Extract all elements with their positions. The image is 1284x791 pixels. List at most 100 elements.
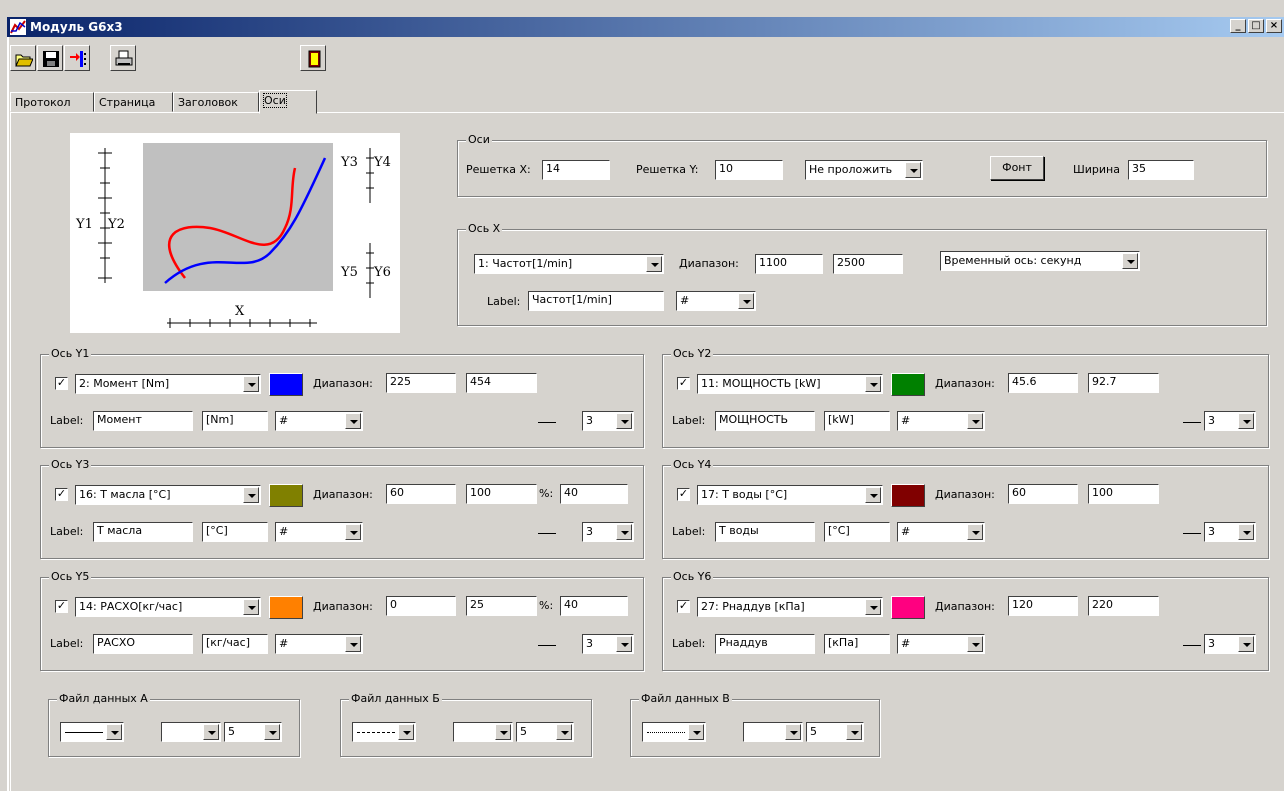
chevron-down-icon[interactable] [1238, 636, 1254, 652]
axis-y3-enabled-checkbox[interactable]: ✓ [55, 488, 68, 501]
axis-y3-label-input[interactable]: Т масла [93, 522, 193, 542]
chevron-down-icon[interactable] [106, 724, 122, 740]
data-file-2-marker-select[interactable] [453, 722, 513, 742]
import-button[interactable] [64, 45, 90, 71]
axis-y6-min-input[interactable]: 120 [1008, 596, 1078, 616]
chevron-down-icon[interactable] [967, 636, 983, 652]
tab-page[interactable]: Страница [94, 92, 173, 112]
axis-y6-channel-select[interactable]: 27: Рнаддув [кПа] [697, 597, 883, 617]
chevron-down-icon[interactable] [243, 487, 259, 503]
chevron-down-icon[interactable] [865, 599, 881, 615]
axis-y5-max-input[interactable]: 25 [466, 596, 537, 616]
chevron-down-icon[interactable] [203, 724, 219, 740]
axis-y5-pct-input[interactable]: 40 [560, 596, 628, 616]
time-axis-select[interactable]: Временный ось: секунд [940, 251, 1140, 271]
axis-y2-unit-input[interactable]: [kW] [824, 411, 890, 431]
data-file-3-marker-select[interactable] [743, 722, 803, 742]
chevron-down-icon[interactable] [345, 524, 361, 540]
chevron-down-icon[interactable] [785, 724, 801, 740]
axis-y3-pct-input[interactable]: 40 [560, 484, 628, 504]
axis-y5-color-swatch[interactable] [269, 596, 303, 619]
chevron-down-icon[interactable] [846, 724, 862, 740]
font-button[interactable]: Фонт [990, 156, 1044, 180]
axis-y4-format-select[interactable]: # [897, 522, 985, 542]
tab-header[interactable]: Заголовок [173, 92, 259, 112]
axis-y3-max-input[interactable]: 100 [466, 484, 537, 504]
chevron-down-icon[interactable] [345, 413, 361, 429]
close-button[interactable]: × [1266, 19, 1282, 33]
axis-y4-width-select[interactable]: 3 [1204, 522, 1256, 542]
chevron-down-icon[interactable] [616, 636, 632, 652]
exit-button[interactable] [300, 45, 326, 71]
axis-y6-unit-input[interactable]: [кПа] [824, 634, 890, 654]
axis-y1-channel-select[interactable]: 2: Момент [Nm] [75, 374, 261, 394]
chevron-down-icon[interactable] [616, 413, 632, 429]
minimize-button[interactable]: _ [1230, 19, 1246, 33]
axis-y4-channel-select[interactable]: 17: Т воды [°C] [697, 485, 883, 505]
save-button[interactable] [37, 45, 63, 71]
data-file-2-size-select[interactable]: 5 [516, 722, 574, 742]
chevron-down-icon[interactable] [345, 636, 361, 652]
chevron-down-icon[interactable] [243, 599, 259, 615]
axis-y4-color-swatch[interactable] [891, 484, 925, 507]
axis-x-format-select[interactable]: # [676, 291, 756, 311]
axis-y6-label-input[interactable]: Рнаддув [715, 634, 815, 654]
data-file-1-marker-select[interactable] [161, 722, 221, 742]
axis-y6-max-input[interactable]: 220 [1088, 596, 1159, 616]
axis-y1-unit-input[interactable]: [Nm] [202, 411, 268, 431]
axis-y3-unit-input[interactable]: [°C] [202, 522, 268, 542]
data-file-2-line-select[interactable] [352, 722, 416, 742]
axis-y6-width-select[interactable]: 3 [1204, 634, 1256, 654]
grid-y-input[interactable]: 10 [715, 160, 783, 180]
axis-y2-color-swatch[interactable] [891, 373, 925, 396]
axis-y3-min-input[interactable]: 60 [386, 484, 456, 504]
chevron-down-icon[interactable] [865, 487, 881, 503]
axis-y3-channel-select[interactable]: 16: Т масла [°C] [75, 485, 261, 505]
data-file-1-line-select[interactable] [60, 722, 124, 742]
axis-y4-min-input[interactable]: 60 [1008, 484, 1078, 504]
axis-y1-min-input[interactable]: 225 [386, 373, 456, 393]
chevron-down-icon[interactable] [495, 724, 511, 740]
axis-y2-max-input[interactable]: 92.7 [1088, 373, 1159, 393]
open-button[interactable] [10, 45, 36, 71]
axis-y5-min-input[interactable]: 0 [386, 596, 456, 616]
chevron-down-icon[interactable] [264, 724, 280, 740]
chevron-down-icon[interactable] [905, 162, 921, 178]
chevron-down-icon[interactable] [967, 413, 983, 429]
axis-y4-unit-input[interactable]: [°C] [824, 522, 890, 542]
axis-y1-enabled-checkbox[interactable]: ✓ [55, 377, 68, 390]
chevron-down-icon[interactable] [1122, 253, 1138, 269]
chevron-down-icon[interactable] [738, 293, 754, 309]
axis-y1-color-swatch[interactable] [269, 373, 303, 396]
axis-y5-width-select[interactable]: 3 [582, 634, 634, 654]
chevron-down-icon[interactable] [243, 376, 259, 392]
axis-y5-unit-input[interactable]: [кг/час] [202, 634, 268, 654]
axis-y6-color-swatch[interactable] [891, 596, 925, 619]
chevron-down-icon[interactable] [688, 724, 704, 740]
axis-y6-format-select[interactable]: # [897, 634, 985, 654]
chevron-down-icon[interactable] [616, 524, 632, 540]
data-file-3-size-select[interactable]: 5 [806, 722, 864, 742]
axis-x-max-input[interactable]: 2500 [833, 254, 903, 274]
axis-y1-max-input[interactable]: 454 [466, 373, 537, 393]
chevron-down-icon[interactable] [398, 724, 414, 740]
axis-y3-format-select[interactable]: # [275, 522, 363, 542]
axis-y2-label-input[interactable]: МОЩНОСТЬ [715, 411, 815, 431]
axis-y2-enabled-checkbox[interactable]: ✓ [677, 377, 690, 390]
axis-y2-width-select[interactable]: 3 [1204, 411, 1256, 431]
tab-axes[interactable]: Оси [259, 90, 317, 114]
axis-y3-color-swatch[interactable] [269, 484, 303, 507]
axis-x-channel-select[interactable]: 1: Частот[1/min] [474, 254, 664, 274]
axis-x-min-input[interactable]: 1100 [755, 254, 823, 274]
data-file-1-size-select[interactable]: 5 [224, 722, 282, 742]
print-button[interactable] [110, 45, 136, 71]
chevron-down-icon[interactable] [1238, 413, 1254, 429]
tab-protocol[interactable]: Протокол [10, 92, 94, 112]
axis-y1-width-select[interactable]: 3 [582, 411, 634, 431]
axis-y5-format-select[interactable]: # [275, 634, 363, 654]
chevron-down-icon[interactable] [646, 256, 662, 272]
data-file-3-line-select[interactable] [642, 722, 706, 742]
axis-y2-channel-select[interactable]: 11: МОЩНОСТЬ [kW] [697, 374, 883, 394]
axis-x-label-input[interactable]: Частот[1/min] [528, 291, 664, 311]
axis-y2-min-input[interactable]: 45.6 [1008, 373, 1078, 393]
